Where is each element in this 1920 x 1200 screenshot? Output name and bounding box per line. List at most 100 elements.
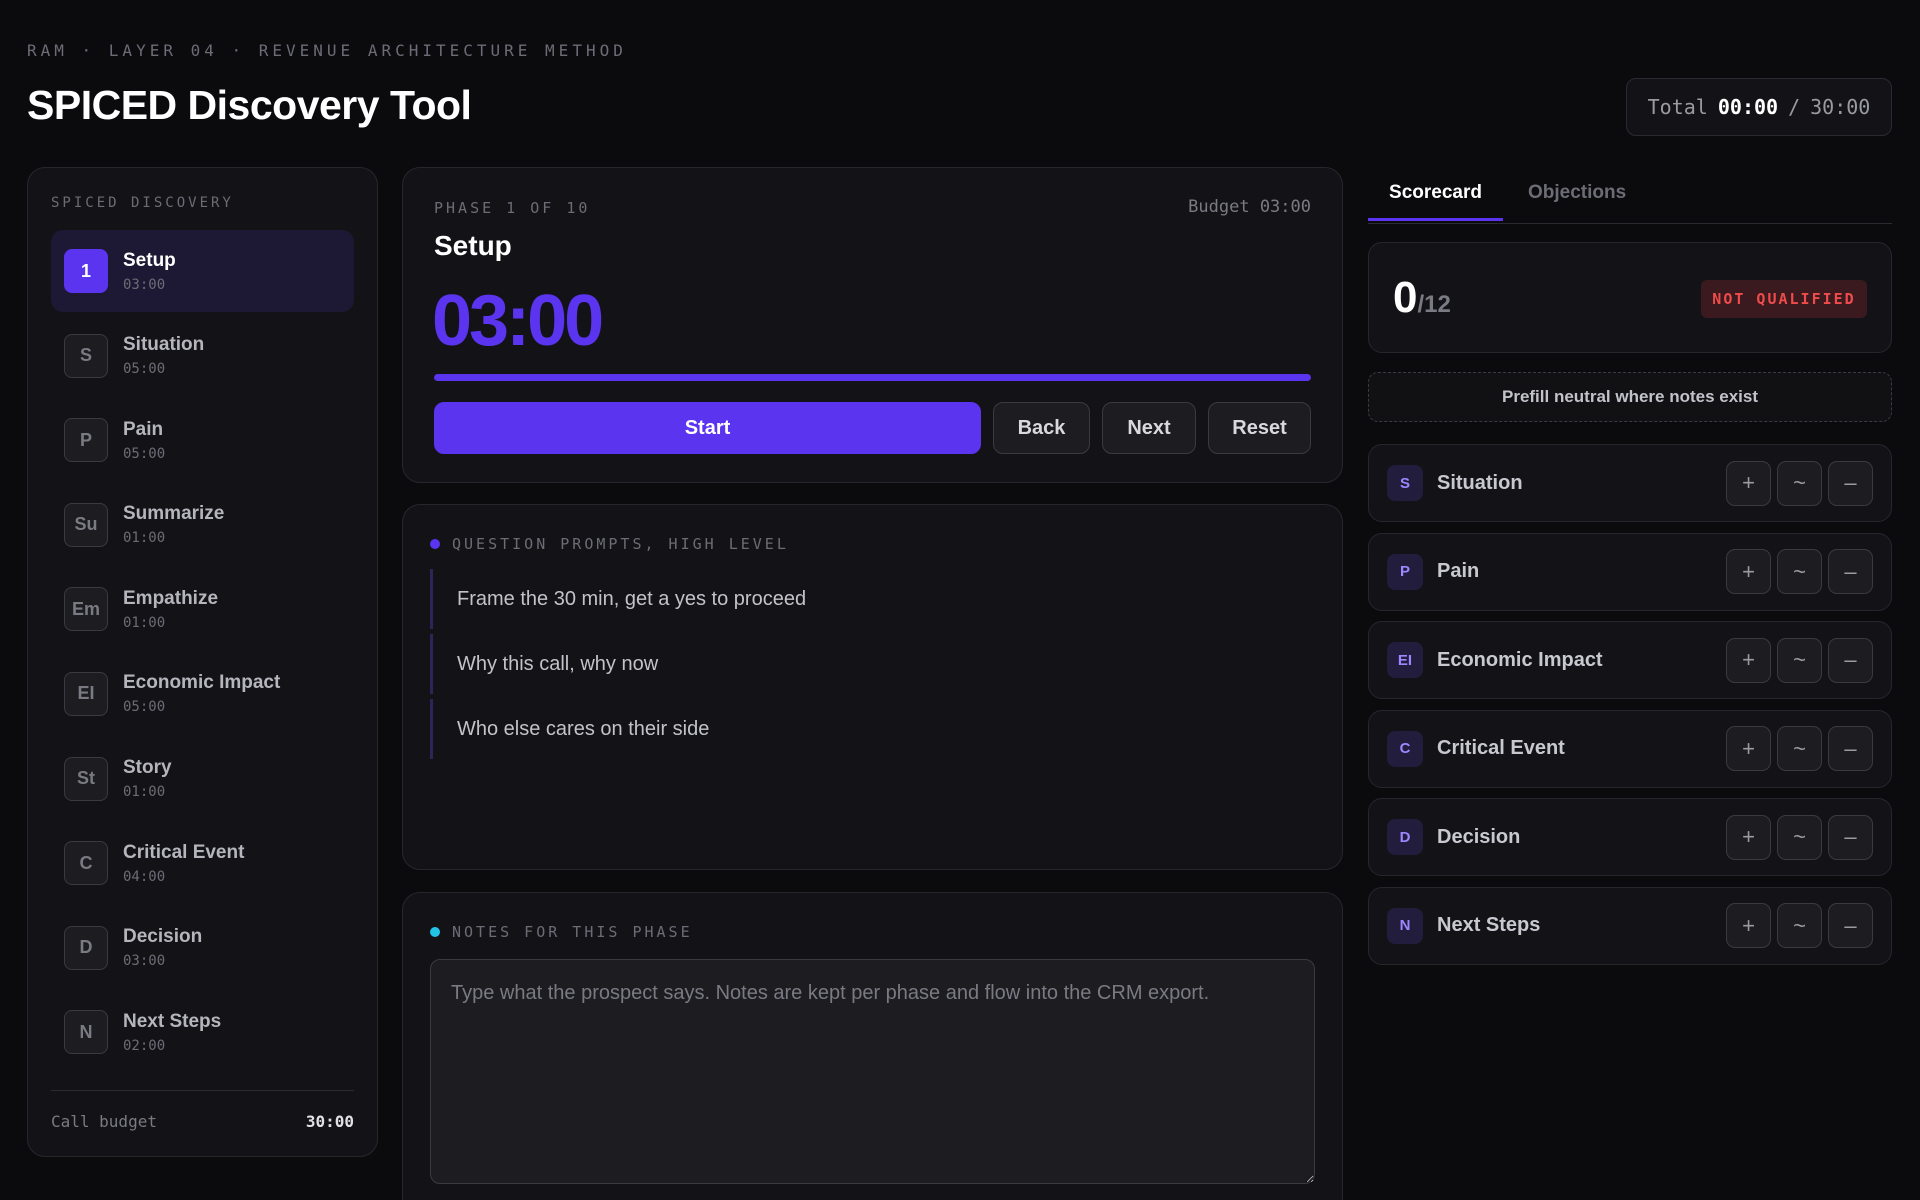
criterion-badge: D: [1387, 819, 1423, 856]
prompt-item: Why this call, why now: [430, 634, 1310, 694]
prompts-label: QUESTION PROMPTS, HIGH LEVEL: [430, 535, 789, 553]
phase-time: 04:00: [123, 868, 166, 885]
criterion-name: Critical Event: [1437, 737, 1565, 760]
phase-name: Story: [123, 757, 172, 779]
criterion-badge: P: [1387, 553, 1423, 590]
phase-time: 01:00: [123, 614, 166, 631]
question-prompts-panel: QUESTION PROMPTS, HIGH LEVEL Frame the 3…: [402, 504, 1343, 870]
criterion-badge: C: [1387, 730, 1423, 767]
score-neutral-button[interactable]: ~: [1777, 726, 1822, 772]
prompt-item: Frame the 30 min, get a yes to proceed: [430, 569, 1310, 629]
sidebar-item-next-steps[interactable]: N Next Steps 02:00: [51, 991, 354, 1073]
score-minus-button[interactable]: –: [1828, 549, 1873, 595]
score-minus-button[interactable]: –: [1828, 460, 1873, 506]
criterion-row-next-steps: N Next Steps + ~ –: [1368, 886, 1892, 965]
tab-scorecard[interactable]: Scorecard: [1368, 182, 1503, 221]
sidebar-heading: SPICED DISCOVERY: [51, 195, 234, 211]
sidebar-item-economic-impact[interactable]: EI Economic Impact 05:00: [51, 653, 354, 735]
score-plus-button[interactable]: +: [1726, 460, 1771, 506]
notes-panel: NOTES FOR THIS PHASE: [402, 892, 1343, 1200]
phase-list: 1 Setup 03:00 S Situation 05:00 P Pain 05:0…: [51, 230, 354, 1076]
phase-badge: 1: [64, 249, 108, 293]
phase-name: Empathize: [123, 587, 219, 609]
criterion-badge: EI: [1387, 642, 1423, 679]
phase-time: 03:00: [123, 953, 166, 970]
start-button[interactable]: Start: [434, 402, 981, 454]
score-plus-button[interactable]: +: [1726, 549, 1771, 595]
page-title: SPICED Discovery Tool: [27, 82, 472, 128]
score-minus-button[interactable]: –: [1828, 726, 1873, 772]
phase-time: 05:00: [123, 445, 166, 462]
phase-name: Situation: [123, 334, 205, 356]
sidebar-item-situation[interactable]: S Situation 05:00: [51, 315, 354, 397]
sidebar-item-setup[interactable]: 1 Setup 03:00: [51, 230, 354, 312]
phase-name: Critical Event: [123, 841, 245, 863]
score-minus-button[interactable]: –: [1828, 637, 1873, 683]
sidebar-item-empathize[interactable]: Em Empathize 01:00: [51, 568, 354, 650]
score-neutral-button[interactable]: ~: [1777, 903, 1822, 949]
notes-label: NOTES FOR THIS PHASE: [430, 923, 693, 941]
criterion-badge: S: [1387, 465, 1423, 501]
timer-panel: PHASE 1 OF 10 Budget 03:00 Setup 03:00 S…: [402, 167, 1343, 483]
prompt-list: Frame the 30 min, get a yes to proceed W…: [430, 569, 1310, 764]
score-neutral-button[interactable]: ~: [1777, 814, 1822, 860]
prompts-label-text: QUESTION PROMPTS, HIGH LEVEL: [452, 535, 789, 553]
phase-name: Summarize: [123, 503, 225, 525]
phase-time: 03:00: [123, 276, 166, 293]
score-neutral-button[interactable]: ~: [1777, 637, 1822, 683]
score-minus-button[interactable]: –: [1828, 814, 1873, 860]
sidebar-item-pain[interactable]: P Pain 05:00: [51, 399, 354, 481]
phase-badge: N: [64, 1010, 108, 1055]
tab-objections[interactable]: Objections: [1528, 182, 1626, 218]
sidebar-item-decision[interactable]: D Decision 03:00: [51, 907, 354, 989]
phase-budget: Budget 03:00: [1188, 197, 1311, 217]
score-minus-button[interactable]: –: [1828, 903, 1873, 949]
bullet-dot-icon: [430, 539, 440, 549]
criterion-row-pain: P Pain + ~ –: [1368, 532, 1892, 611]
status-badge: NOT QUALIFIED: [1701, 280, 1867, 318]
criterion-name: Economic Impact: [1437, 648, 1603, 671]
phase-sidebar: SPICED DISCOVERY 1 Setup 03:00 S Situatio…: [27, 167, 378, 1157]
right-tabs: Scorecard Objections: [1368, 172, 1892, 224]
score-summary-card: 0/12 NOT QUALIFIED: [1368, 242, 1892, 353]
sidebar-item-critical-event[interactable]: C Critical Event 04:00: [51, 822, 354, 904]
score-plus-button[interactable]: +: [1726, 637, 1771, 683]
score-neutral-button[interactable]: ~: [1777, 549, 1822, 595]
call-budget-label: Call budget: [51, 1112, 157, 1131]
phase-badge: St: [64, 756, 108, 801]
phase-name: Setup: [123, 249, 176, 271]
timer-controls: Start Back Next Reset: [434, 402, 1311, 454]
score-total: 0/12: [1393, 273, 1451, 323]
criteria-list: S Situation + ~ – P Pain + ~ – EI Econom…: [1368, 444, 1892, 976]
next-button[interactable]: Next: [1102, 402, 1196, 454]
phase-progress-fill: [434, 374, 1311, 381]
criterion-name: Next Steps: [1437, 914, 1541, 937]
phase-badge: EI: [64, 671, 108, 716]
back-button[interactable]: Back: [993, 402, 1090, 454]
total-elapsed: 00:00: [1717, 95, 1779, 119]
bullet-dot-icon: [430, 927, 440, 937]
score-plus-button[interactable]: +: [1726, 814, 1771, 860]
phase-time: 05:00: [123, 361, 166, 378]
sidebar-item-summarize[interactable]: Su Summarize 01:00: [51, 484, 354, 566]
phase-name: Next Steps: [123, 1010, 222, 1032]
score-value: 0: [1393, 273, 1418, 322]
prefill-neutral-button[interactable]: Prefill neutral where notes exist: [1368, 372, 1892, 422]
total-label: Total: [1647, 95, 1708, 119]
score-plus-button[interactable]: +: [1726, 903, 1771, 949]
phase-notes-input[interactable]: [430, 959, 1315, 1184]
phase-name: Decision: [123, 926, 203, 948]
phase-badge: C: [64, 841, 108, 886]
criterion-name: Decision: [1437, 825, 1521, 848]
phase-title: Setup: [434, 230, 512, 261]
score-neutral-button[interactable]: ~: [1777, 460, 1822, 506]
score-plus-button[interactable]: +: [1726, 726, 1771, 772]
total-budget: 30:00: [1810, 95, 1871, 119]
score-max: /12: [1417, 291, 1451, 318]
phase-name: Pain: [123, 418, 164, 440]
phase-name: Economic Impact: [123, 672, 281, 694]
phase-badge: Em: [64, 587, 108, 632]
total-timer: Total 00:00 / 30:00: [1626, 78, 1892, 136]
sidebar-item-story[interactable]: St Story 01:00: [51, 738, 354, 820]
reset-button[interactable]: Reset: [1208, 402, 1311, 454]
